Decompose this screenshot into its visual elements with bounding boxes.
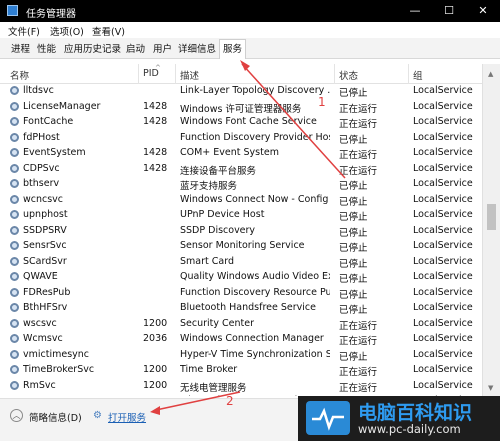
watermark-url: www.pc-daily.com [358, 422, 461, 436]
monitor-logo-icon [306, 401, 350, 435]
annotation-number-1: 1 [318, 95, 326, 109]
annotation-arrows [150, 60, 346, 415]
annotation-number-2: 2 [226, 394, 234, 408]
watermark-title: 电脑百科知识 [358, 402, 473, 424]
watermark-logo: 电脑百科知识 www.pc-daily.com [298, 396, 500, 441]
